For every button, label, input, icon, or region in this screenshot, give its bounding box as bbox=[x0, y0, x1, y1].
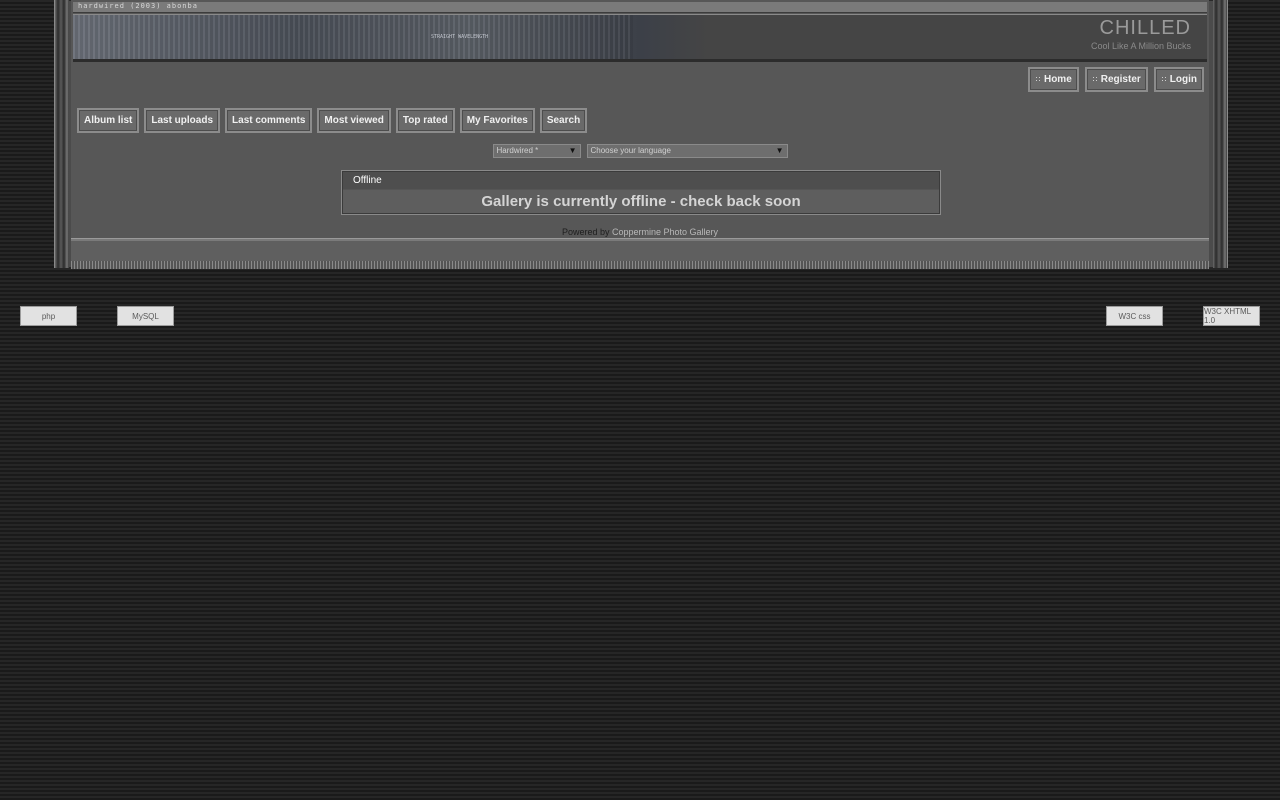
dots-icon bbox=[1160, 76, 1168, 83]
powered-by: Powered by Coppermine Photo Gallery bbox=[71, 227, 1209, 237]
right-border-rail bbox=[1213, 0, 1227, 268]
coppermine-link[interactable]: Coppermine Photo Gallery bbox=[612, 227, 718, 237]
gallery-frame: hardwired (2003) abonba STRAIGHT WAVELEN… bbox=[54, 0, 1228, 269]
search-button[interactable]: Search bbox=[539, 108, 588, 133]
php-badge[interactable]: php bbox=[20, 306, 77, 326]
last-comments-button[interactable]: Last comments bbox=[225, 108, 313, 133]
selectors-row: Hardwired * ▼ Choose your language ▼ bbox=[71, 144, 1209, 158]
top-strip: hardwired (2003) abonba bbox=[73, 2, 1207, 13]
login-button[interactable]: Login bbox=[1153, 67, 1204, 92]
top-strip-text: hardwired (2003) abonba bbox=[78, 2, 198, 10]
dots-icon bbox=[1091, 76, 1099, 83]
main-nav: Album list Last uploads Last comments Mo… bbox=[77, 108, 588, 133]
dots-icon bbox=[1034, 76, 1042, 83]
language-select-value: Choose your language bbox=[590, 146, 672, 155]
language-select[interactable]: Choose your language ▼ bbox=[586, 144, 788, 158]
left-border-rail bbox=[55, 0, 69, 268]
w3c-css-badge[interactable]: W3C css bbox=[1106, 306, 1163, 326]
banner-micro-text: STRAIGHT WAVELENGTH bbox=[431, 34, 489, 40]
register-button[interactable]: Register bbox=[1084, 67, 1148, 92]
mysql-badge-text: MySQL bbox=[132, 311, 159, 321]
register-label: Register bbox=[1100, 74, 1141, 85]
login-label: Login bbox=[1169, 74, 1197, 85]
my-favorites-button[interactable]: My Favorites bbox=[459, 108, 535, 133]
top-nav: Home Register Login bbox=[1027, 67, 1204, 92]
theme-select[interactable]: Hardwired * ▼ bbox=[492, 144, 581, 158]
banner-graphic bbox=[73, 15, 633, 59]
most-viewed-button[interactable]: Most viewed bbox=[317, 108, 391, 133]
gallery-panel: hardwired (2003) abonba STRAIGHT WAVELEN… bbox=[71, 0, 1209, 269]
offline-title: Offline bbox=[343, 172, 939, 189]
offline-message: Gallery is currently offline - check bac… bbox=[343, 190, 939, 213]
site-title[interactable]: CHILLED bbox=[1100, 17, 1191, 40]
site-description: Cool Like A Million Bucks bbox=[1090, 41, 1191, 51]
mysql-badge[interactable]: MySQL bbox=[117, 306, 174, 326]
chevron-down-icon: ▼ bbox=[568, 146, 577, 155]
w3c-xhtml-badge-text: W3C XHTML 1.0 bbox=[1204, 307, 1251, 325]
home-button[interactable]: Home bbox=[1027, 67, 1079, 92]
site-banner[interactable]: STRAIGHT WAVELENGTH CHILLED Cool Like A … bbox=[73, 14, 1207, 62]
album-list-button[interactable]: Album list bbox=[77, 108, 140, 133]
w3c-css-badge-text: W3C css bbox=[1118, 311, 1151, 321]
last-uploads-button[interactable]: Last uploads bbox=[144, 108, 221, 133]
php-badge-text: php bbox=[41, 311, 56, 321]
home-label: Home bbox=[1043, 74, 1072, 85]
chevron-down-icon: ▼ bbox=[775, 146, 784, 155]
theme-select-value: Hardwired * bbox=[496, 146, 539, 155]
offline-notice: Offline Gallery is currently offline - c… bbox=[341, 170, 941, 215]
top-rated-button[interactable]: Top rated bbox=[395, 108, 455, 133]
footer-bar bbox=[71, 238, 1209, 269]
powered-by-prefix: Powered by bbox=[561, 227, 610, 237]
w3c-xhtml-badge[interactable]: W3C XHTML 1.0 bbox=[1203, 306, 1260, 326]
